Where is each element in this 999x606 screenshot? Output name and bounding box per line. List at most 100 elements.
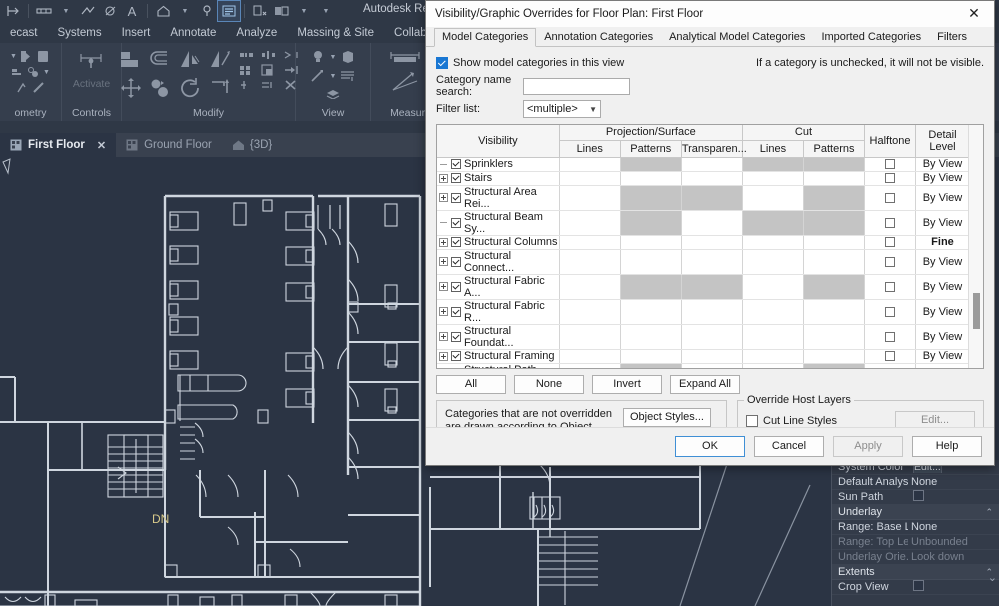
detail-level-cell[interactable]: By View [915, 171, 971, 186]
category-checkbox[interactable] [451, 192, 461, 203]
expand-icon[interactable] [439, 193, 448, 202]
tab-model-categories[interactable]: Model Categories [434, 28, 537, 47]
view-tab-ground-floor[interactable]: Ground Floor [116, 133, 222, 157]
cut-patterns-cell[interactable] [803, 235, 866, 250]
halftone-cell[interactable] [864, 363, 916, 368]
category-visibility-cell[interactable]: Stairs [437, 171, 560, 186]
caret-down-icon[interactable]: ▼ [293, 1, 315, 21]
projection-transparency-cell[interactable] [681, 185, 743, 211]
detail-level-cell[interactable]: By View [915, 210, 971, 236]
projection-transparency-cell[interactable] [681, 249, 743, 275]
category-visibility-cell[interactable]: Structural Connect... [437, 249, 560, 275]
projection-lines-cell[interactable] [559, 185, 621, 211]
sun-path-checkbox[interactable] [913, 490, 924, 501]
category-visibility-cell[interactable]: Structural Path Rei... [437, 363, 560, 368]
collapse-icon[interactable]: ⌃ [985, 507, 993, 518]
tag-icon[interactable] [77, 1, 99, 21]
visibility-graphics-icon[interactable] [217, 0, 241, 22]
view-tab-3d[interactable]: {3D} [222, 133, 282, 157]
pin-icon[interactable] [239, 79, 255, 91]
column-header-projection-lines[interactable]: Lines [559, 140, 621, 158]
dimension-icon[interactable] [2, 1, 24, 21]
category-visibility-cell[interactable]: Structural Beam Sy... [437, 210, 560, 236]
chevron-down-icon[interactable]: ⌄ [988, 571, 997, 584]
measure-between-refs-icon[interactable] [390, 71, 420, 93]
tab-imported-categories[interactable]: Imported Categories [813, 28, 929, 47]
detail-level-cell[interactable]: Fine [915, 235, 971, 250]
property-row-sun-path[interactable]: Sun Path [832, 490, 999, 505]
projection-patterns-cell[interactable] [620, 210, 682, 236]
activate-dimension-icon[interactable] [76, 49, 106, 75]
category-checkbox[interactable] [451, 306, 461, 317]
table-row[interactable]: Stairs By View [437, 171, 971, 186]
ok-button[interactable]: OK [675, 436, 745, 457]
cut-patterns-cell[interactable] [803, 274, 866, 300]
halftone-checkbox[interactable] [885, 256, 896, 267]
caret-down-icon[interactable]: ▼ [10, 53, 17, 60]
cut-lines-cell[interactable] [742, 235, 804, 250]
measure-tape-icon[interactable] [389, 49, 421, 65]
projection-transparency-cell[interactable] [681, 274, 743, 300]
category-checkbox[interactable] [451, 159, 461, 169]
caret-down-icon[interactable]: ▼ [174, 1, 196, 21]
remove-hidden-lines-icon[interactable] [249, 1, 271, 21]
trim-single-icon[interactable] [239, 49, 255, 61]
property-group-extents[interactable]: Extents ⌃ [832, 565, 999, 580]
halftone-checkbox[interactable] [885, 351, 896, 361]
projection-transparency-cell[interactable] [681, 210, 743, 236]
halftone-checkbox[interactable] [885, 159, 896, 169]
expand-icon[interactable] [439, 332, 448, 341]
cut-patterns-cell[interactable] [803, 324, 866, 350]
cut-lines-cell[interactable] [742, 324, 804, 350]
halftone-checkbox[interactable] [885, 192, 896, 203]
table-row[interactable]: Structural Framing By View [437, 349, 971, 364]
category-checkbox[interactable] [451, 331, 461, 342]
expand-all-button[interactable]: Expand All [670, 375, 740, 394]
text-icon[interactable]: A [121, 1, 143, 21]
detail-level-cell[interactable]: By View [915, 299, 971, 325]
column-header-projection-patterns[interactable]: Patterns [620, 140, 682, 158]
detail-level-cell[interactable]: By View [915, 249, 971, 275]
tab-annotation-categories[interactable]: Annotation Categories [536, 28, 661, 47]
category-visibility-cell[interactable]: Structural Framing [437, 349, 560, 364]
table-row[interactable]: Structural Area Rei... By View [437, 185, 971, 211]
cut-patterns-cell[interactable] [803, 349, 866, 364]
projection-lines-cell[interactable] [559, 274, 621, 300]
home-icon[interactable] [152, 1, 174, 21]
cut-patterns-cell[interactable] [803, 363, 866, 368]
wall-joins-icon[interactable] [32, 81, 46, 94]
join-geometry-icon[interactable] [19, 49, 34, 64]
projection-patterns-cell[interactable] [620, 157, 682, 172]
demolish-icon[interactable] [16, 81, 30, 94]
caret-down-icon[interactable]: ▼ [55, 1, 77, 21]
move-icon[interactable] [119, 77, 143, 99]
category-checkbox[interactable] [451, 281, 461, 292]
invert-selection-button[interactable]: Invert [592, 375, 662, 394]
cut-geometry-icon[interactable] [36, 49, 51, 64]
close-icon[interactable]: ✕ [954, 1, 994, 27]
callout-icon[interactable] [340, 69, 356, 83]
projection-patterns-cell[interactable] [620, 274, 682, 300]
cut-patterns-cell[interactable] [803, 157, 866, 172]
category-checkbox[interactable] [451, 256, 461, 267]
aligned-dimension-icon[interactable] [33, 1, 55, 21]
halftone-cell[interactable] [864, 171, 916, 186]
detail-level-cell[interactable]: By View [915, 349, 971, 364]
tile-views-icon[interactable] [271, 1, 293, 21]
halftone-cell[interactable] [864, 249, 916, 275]
category-visibility-cell[interactable]: Structural Fabric R... [437, 299, 560, 325]
caret-down-icon[interactable]: ▼ [330, 54, 337, 61]
projection-patterns-cell[interactable] [620, 324, 682, 350]
mirror-pick-axis-icon[interactable] [179, 49, 203, 71]
paint-icon[interactable] [27, 66, 41, 79]
cut-lines-cell[interactable] [742, 349, 804, 364]
halftone-cell[interactable] [864, 299, 916, 325]
cut-lines-cell[interactable] [742, 299, 804, 325]
projection-transparency-cell[interactable] [681, 171, 743, 186]
section-line-icon[interactable] [310, 69, 326, 83]
column-header-cut-patterns[interactable]: Patterns [803, 140, 866, 158]
show-model-categories-checkbox[interactable] [436, 57, 448, 69]
detail-level-cell[interactable]: By View [915, 185, 971, 211]
projection-transparency-cell[interactable] [681, 157, 743, 172]
cut-patterns-cell[interactable] [803, 299, 866, 325]
